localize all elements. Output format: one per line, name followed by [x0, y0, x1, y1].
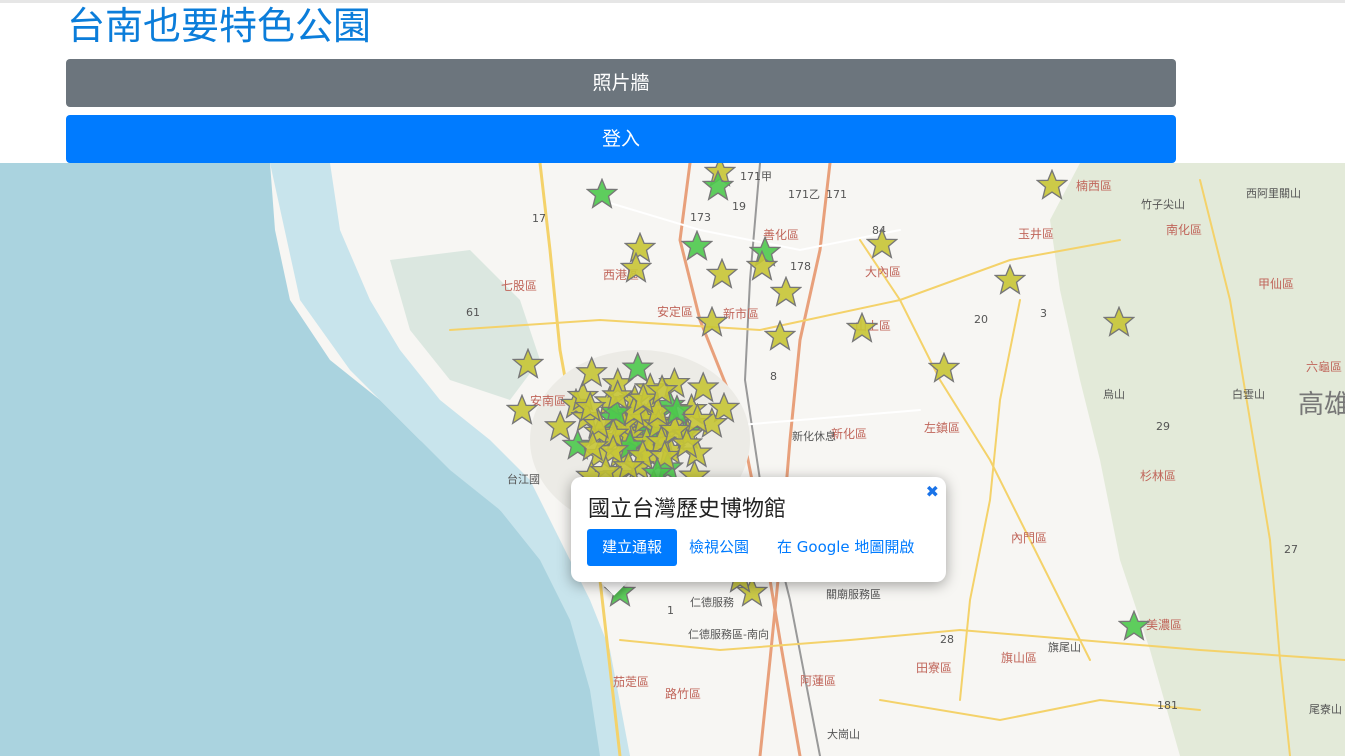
popup-title: 國立台灣歷史博物館	[588, 497, 787, 522]
svg-text:六龜區: 六龜區	[1306, 360, 1342, 374]
svg-text:關廟服務區: 關廟服務區	[826, 587, 881, 601]
close-icon[interactable]: ✖	[926, 482, 939, 501]
svg-text:仁德服務: 仁德服務	[690, 595, 734, 609]
svg-text:仁德服務區-南向: 仁德服務區-南向	[688, 627, 769, 641]
svg-text:內門區: 內門區	[1011, 531, 1047, 545]
svg-text:3: 3	[1040, 307, 1047, 320]
svg-text:玉井區: 玉井區	[1018, 227, 1054, 241]
svg-text:路竹區: 路竹區	[665, 686, 701, 701]
park-marker-star-icon[interactable]	[624, 232, 656, 263]
svg-text:旗山區: 旗山區	[1001, 650, 1037, 665]
svg-text:19: 19	[732, 200, 746, 213]
park-marker-star-icon[interactable]	[681, 230, 713, 261]
svg-text:178: 178	[790, 260, 811, 273]
svg-text:甲仙區: 甲仙區	[1258, 277, 1294, 291]
map-canvas[interactable]: 楠西區 南化區 玉井區 甲仙區 七股區 西港區 善化區 大內區 安定區 新市區 …	[0, 163, 1345, 756]
google-maps-link[interactable]: 在 Google 地圖開啟	[777, 529, 914, 566]
svg-text:旗尾山: 旗尾山	[1048, 640, 1081, 654]
svg-text:田寮區: 田寮區	[916, 660, 952, 675]
svg-text:171: 171	[826, 188, 847, 201]
svg-text:白雲山: 白雲山	[1232, 387, 1265, 401]
svg-text:七股區: 七股區	[501, 279, 537, 293]
svg-text:27: 27	[1284, 543, 1298, 556]
svg-text:西阿里關山: 西阿里關山	[1246, 187, 1301, 200]
svg-text:高雄: 高雄	[1298, 390, 1345, 420]
page-title: 台南也要特色公園	[67, 4, 372, 48]
svg-text:台江國: 台江國	[507, 472, 540, 486]
park-marker-star-icon[interactable]	[770, 276, 802, 307]
svg-text:新化區: 新化區	[831, 426, 867, 441]
svg-text:20: 20	[974, 313, 988, 326]
svg-text:28: 28	[940, 633, 954, 646]
park-marker-star-icon[interactable]	[1036, 169, 1068, 199]
svg-text:新化休息: 新化休息	[792, 429, 836, 443]
svg-text:南化區: 南化區	[1166, 222, 1202, 237]
svg-text:171甲: 171甲	[740, 170, 772, 183]
svg-text:阿蓮區: 阿蓮區	[800, 674, 836, 688]
svg-text:大內區: 大內區	[865, 265, 901, 279]
svg-text:61: 61	[466, 306, 480, 319]
view-park-link[interactable]: 檢視公園	[689, 529, 749, 566]
svg-text:美濃區: 美濃區	[1146, 618, 1182, 632]
mountain-area	[1050, 163, 1345, 756]
create-report-button[interactable]: 建立通報	[587, 529, 677, 566]
photo-wall-button[interactable]: 照片牆	[66, 59, 1176, 107]
svg-text:大崗山: 大崗山	[827, 727, 860, 741]
svg-text:安定區: 安定區	[657, 304, 693, 319]
park-popup: 國立台灣歷史博物館 ✖ 建立通報 檢視公園 在 Google 地圖開啟	[571, 477, 946, 582]
map[interactable]: 楠西區 南化區 玉井區 甲仙區 七股區 西港區 善化區 大內區 安定區 新市區 …	[0, 163, 1345, 756]
park-marker-star-icon[interactable]	[846, 312, 878, 343]
svg-text:楠西區: 楠西區	[1076, 178, 1112, 193]
svg-text:竹子尖山: 竹子尖山	[1141, 197, 1185, 211]
park-marker-star-icon[interactable]	[702, 170, 734, 200]
park-marker-star-icon[interactable]	[994, 264, 1026, 295]
svg-text:173: 173	[690, 211, 711, 224]
svg-text:茄萣區: 茄萣區	[613, 675, 649, 689]
park-marker-star-icon[interactable]	[764, 320, 796, 351]
svg-text:尾寮山: 尾寮山	[1309, 702, 1342, 716]
svg-text:新市區: 新市區	[723, 306, 759, 321]
svg-text:181: 181	[1157, 699, 1178, 712]
svg-text:烏山: 烏山	[1103, 387, 1125, 401]
svg-text:1: 1	[667, 604, 674, 617]
svg-text:171乙: 171乙	[788, 188, 820, 201]
svg-text:17: 17	[532, 212, 546, 225]
svg-text:8: 8	[770, 370, 777, 383]
svg-text:29: 29	[1156, 420, 1170, 433]
svg-text:善化區: 善化區	[763, 227, 799, 242]
park-marker-star-icon[interactable]	[706, 258, 738, 289]
login-button[interactable]: 登入	[66, 115, 1176, 163]
park-marker-star-icon[interactable]	[928, 352, 960, 383]
svg-text:左鎮區: 左鎮區	[924, 420, 960, 435]
svg-text:杉林區: 杉林區	[1140, 469, 1176, 483]
